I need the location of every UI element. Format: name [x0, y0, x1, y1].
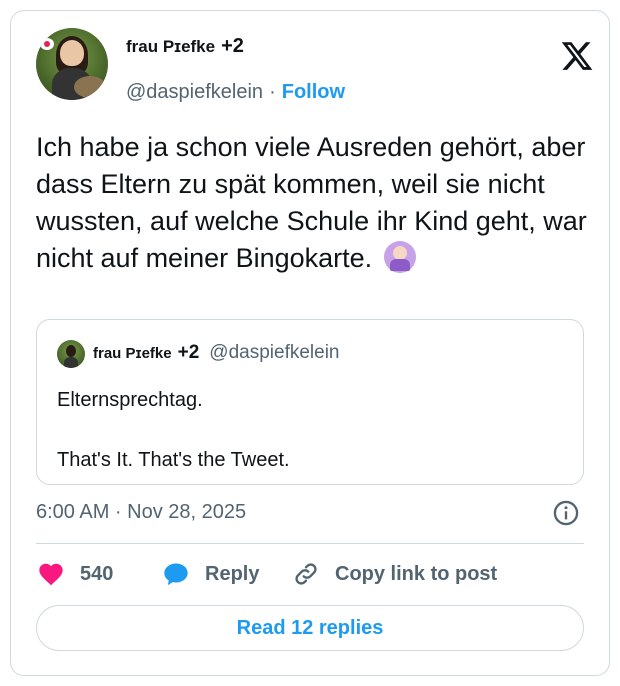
- reply-label: Reply: [205, 562, 260, 585]
- quoted-author-name: frau Pɪefke: [93, 345, 172, 362]
- copy-link-label: Copy link to post: [335, 562, 498, 585]
- author-name-row[interactable]: frau Pɪefke +2: [126, 35, 244, 58]
- like-count: 540: [80, 562, 114, 585]
- person-gesturing-no-emoji-icon: [383, 241, 416, 273]
- follow-button[interactable]: Follow: [282, 81, 345, 104]
- like-button[interactable]: 540: [36, 560, 161, 588]
- quoted-author-extra: +2: [177, 342, 200, 363]
- tweet-body: Ich habe ja schon viele Ausreden gehört,…: [36, 129, 596, 277]
- author-extra: +2: [221, 35, 244, 57]
- copy-link-button[interactable]: Copy link to post: [291, 560, 497, 588]
- tweet-text: Ich habe ja schon viele Ausreden gehört,…: [36, 132, 587, 273]
- quoted-text-line1: Elternsprechtag.: [57, 389, 203, 411]
- read-replies-button[interactable]: Read 12 replies: [36, 605, 584, 651]
- quoted-author-handle: @daspiefkelein: [209, 342, 340, 363]
- tweet-timestamp[interactable]: 6:00 AM · Nov 28, 2025: [36, 501, 246, 524]
- x-logo-icon[interactable]: [559, 39, 595, 73]
- link-icon: [295, 563, 317, 585]
- author-handle[interactable]: @daspiefkelein: [126, 81, 263, 104]
- read-replies-label: Read 12 replies: [236, 616, 384, 639]
- heart-icon: [39, 563, 63, 586]
- author-name[interactable]: frau Pɪefke: [126, 37, 215, 57]
- action-bar: 540 Reply Copy link to post: [36, 558, 497, 590]
- divider: [36, 543, 584, 544]
- speech-bubble-icon: [164, 563, 188, 586]
- author-handle-row: @daspiefkelein · Follow: [126, 81, 345, 104]
- tweet-card: frau Pɪefke +2 @daspiefkelein · Follow I…: [10, 10, 610, 676]
- quoted-tweet[interactable]: frau Pɪefke +2 @daspiefkelein Elternspre…: [36, 319, 584, 485]
- reply-button[interactable]: Reply: [161, 560, 291, 588]
- quoted-header: frau Pɪefke +2 @daspiefkelein: [93, 342, 340, 364]
- quoted-text-line2: That's It. That's the Tweet.: [57, 449, 290, 471]
- author-avatar[interactable]: [36, 28, 108, 100]
- info-icon[interactable]: [552, 499, 580, 527]
- quoted-author-avatar: [57, 340, 85, 368]
- separator-dot: ·: [269, 81, 276, 103]
